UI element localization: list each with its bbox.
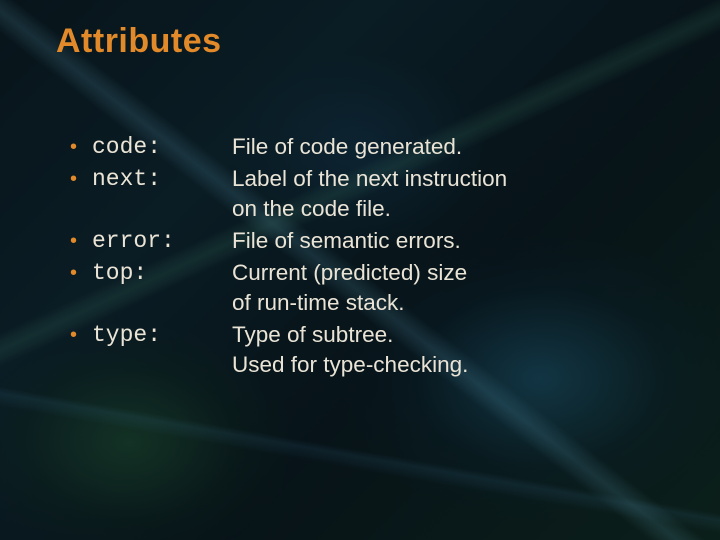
desc-line: Used for type-checking.	[232, 350, 660, 380]
list-item: • type: Type of subtree. Used for type-c…	[70, 320, 660, 380]
attr-desc: Label of the next instruction on the cod…	[232, 164, 660, 224]
list-item: • top: Current (predicted) size of run-t…	[70, 258, 660, 318]
attr-desc: File of code generated.	[232, 132, 660, 162]
list-item: • error: File of semantic errors.	[70, 226, 660, 256]
desc-line: of run-time stack.	[232, 288, 660, 318]
desc-line: Type of subtree.	[232, 320, 660, 350]
attr-term-next: next:	[92, 164, 232, 194]
desc-line: on the code file.	[232, 194, 660, 224]
attribute-list: • code: File of code generated. • next: …	[70, 132, 660, 382]
slide-title: Attributes	[56, 22, 222, 61]
bullet-icon: •	[70, 132, 92, 162]
attr-term-code: code:	[92, 132, 232, 162]
bullet-icon: •	[70, 226, 92, 256]
list-item: • code: File of code generated.	[70, 132, 660, 162]
desc-line: File of code generated.	[232, 132, 660, 162]
list-item: • next: Label of the next instruction on…	[70, 164, 660, 224]
bullet-icon: •	[70, 164, 92, 194]
bullet-icon: •	[70, 258, 92, 288]
attr-term-top: top:	[92, 258, 232, 288]
bullet-icon: •	[70, 320, 92, 350]
attr-desc: Type of subtree. Used for type-checking.	[232, 320, 660, 380]
attr-desc: File of semantic errors.	[232, 226, 660, 256]
desc-line: Label of the next instruction	[232, 164, 660, 194]
desc-line: Current (predicted) size	[232, 258, 660, 288]
attr-term-error: error:	[92, 226, 232, 256]
attr-desc: Current (predicted) size of run-time sta…	[232, 258, 660, 318]
desc-line: File of semantic errors.	[232, 226, 660, 256]
slide: Attributes • code: File of code generate…	[0, 0, 720, 540]
attr-term-type: type:	[92, 320, 232, 350]
